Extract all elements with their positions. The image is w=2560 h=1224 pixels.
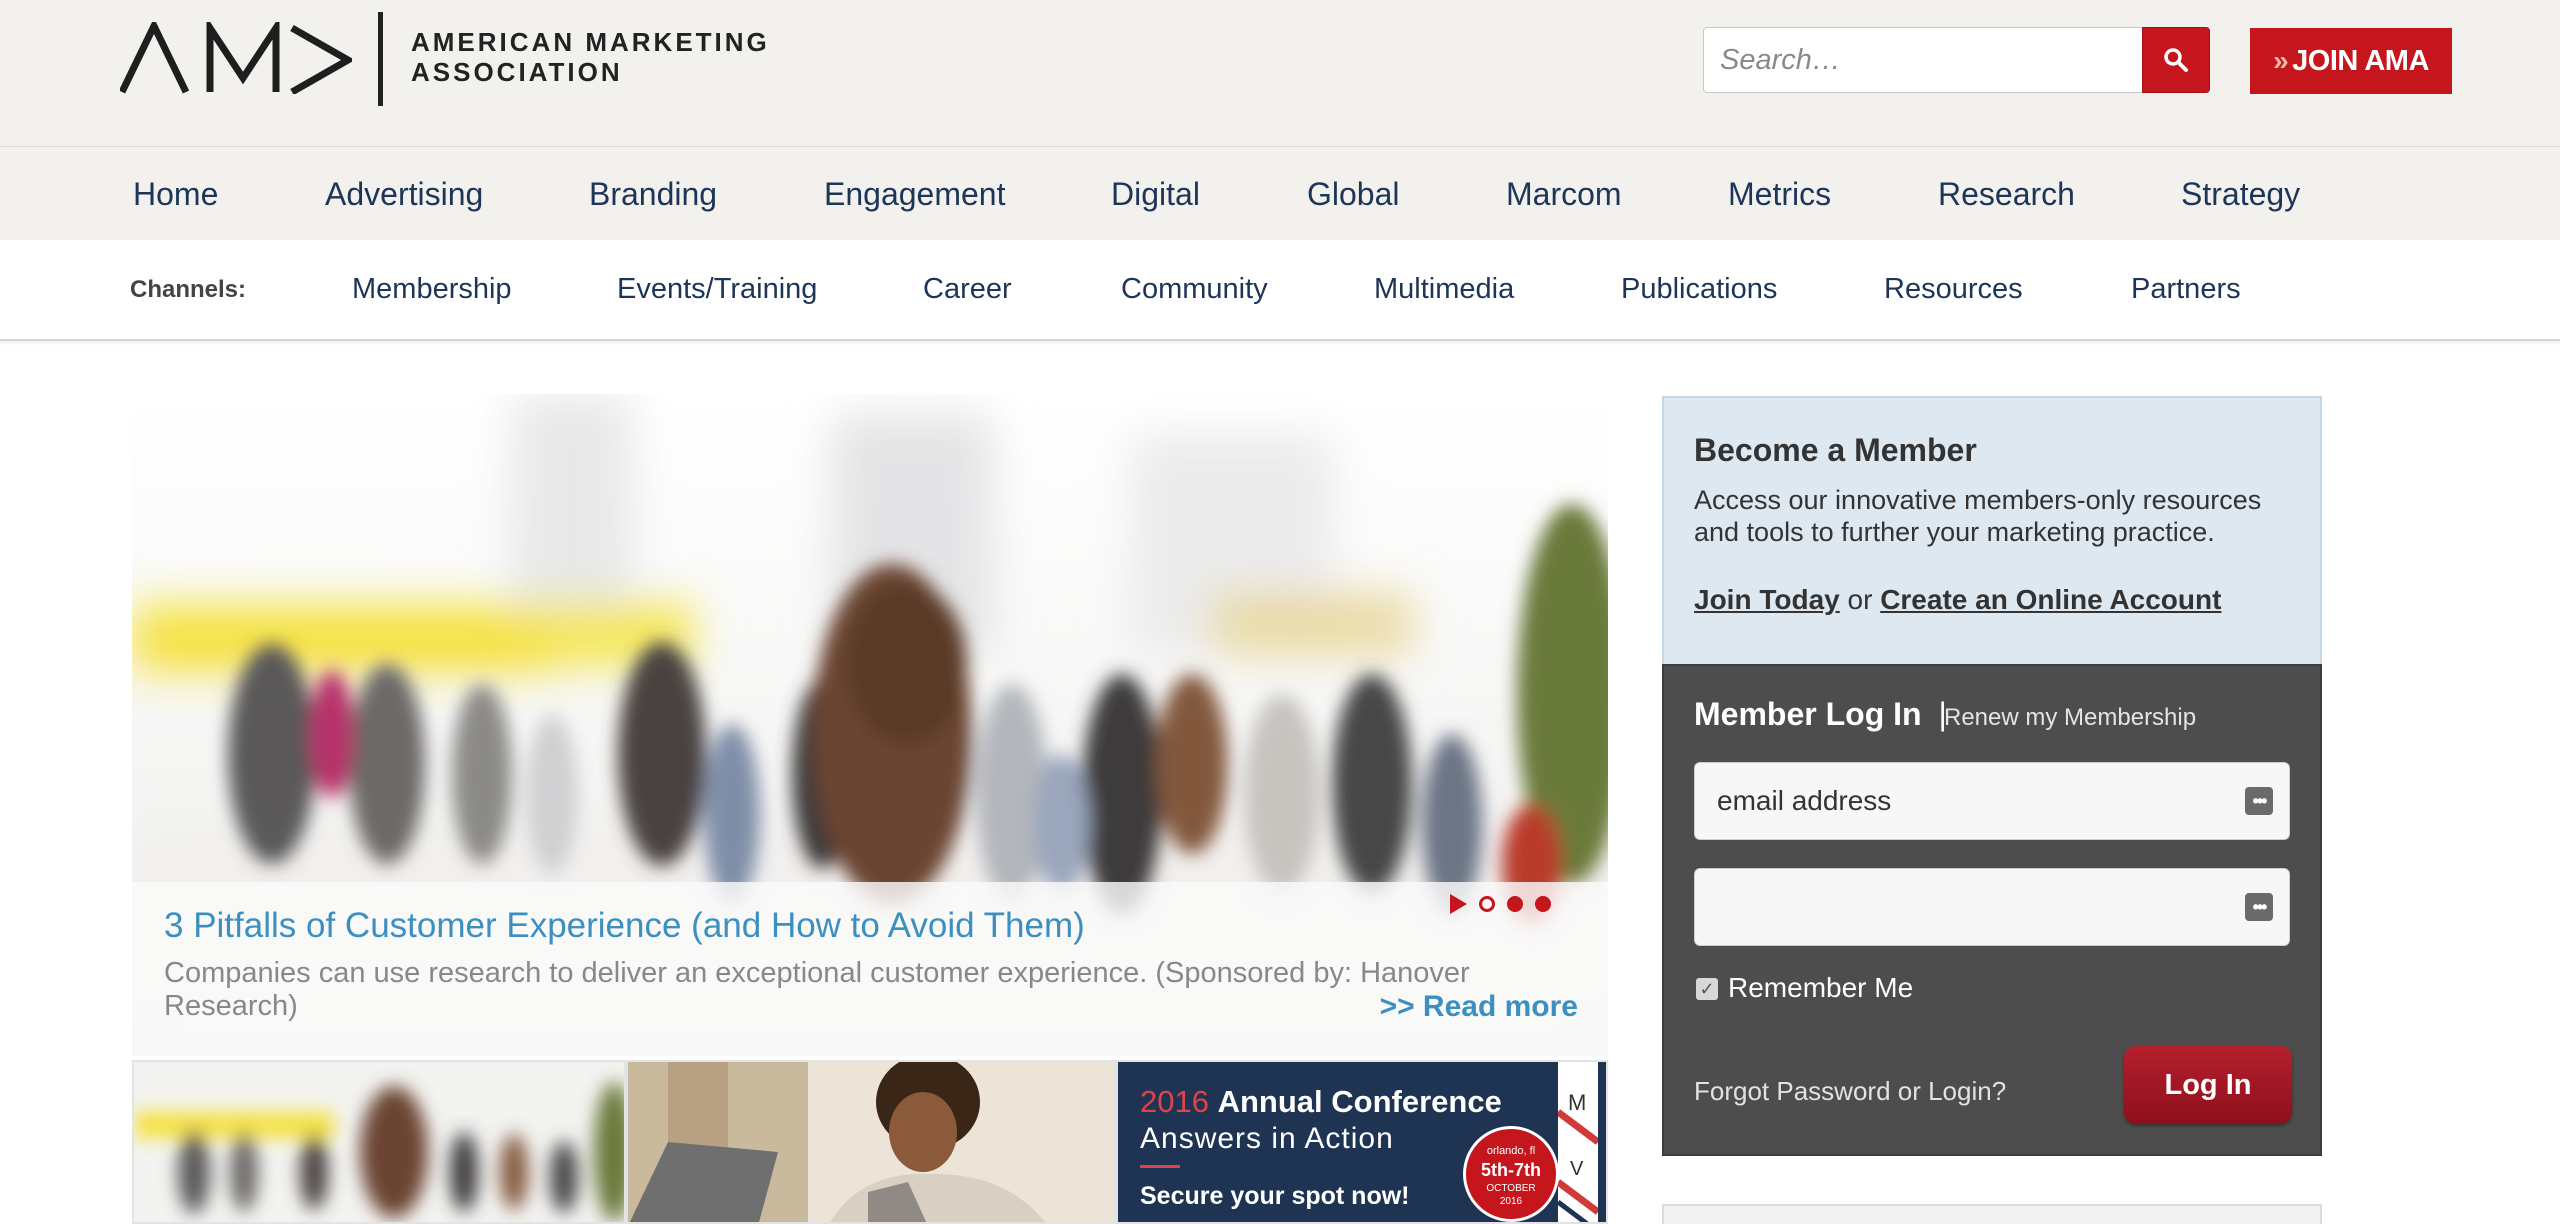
channel-item-publications[interactable]: Publications [1621, 240, 1777, 339]
play-icon[interactable] [1450, 894, 1467, 914]
conference-date-badge: orlando, fl 5th-7th OCTOBER 2016 [1463, 1126, 1559, 1222]
login-title: Member Log In | [1694, 696, 1947, 733]
logo-text-line-2: ASSOCIATION [411, 57, 623, 87]
conference-rule [1140, 1165, 1180, 1168]
nav-item-digital[interactable]: Digital [1111, 147, 1200, 241]
logo-divider [378, 12, 383, 106]
channel-item-membership[interactable]: Membership [352, 240, 512, 339]
join-ama-button[interactable]: » JOIN AMA [2250, 28, 2452, 94]
conference-tagline: Answers in Action [1140, 1122, 1394, 1155]
login-button[interactable]: Log In [2124, 1046, 2292, 1124]
member-login-panel: Member Log In | Renew my Membership emai… [1662, 664, 2322, 1156]
or-text: or [1847, 584, 1873, 615]
slider-controls [1450, 894, 1551, 914]
become-member-title: Become a Member [1694, 432, 1977, 468]
nav-item-metrics[interactable]: Metrics [1728, 147, 1831, 241]
nav-item-advertising[interactable]: Advertising [325, 147, 483, 241]
logo-wordmark[interactable]: AMERICAN MARKETING ASSOCIATION [411, 27, 770, 87]
channel-item-career[interactable]: Career [923, 240, 1012, 339]
site-header: AMERICAN MARKETING ASSOCIATION » JOIN AM… [0, 0, 2560, 146]
read-more-link[interactable]: >> Read more [1380, 990, 1578, 1024]
login-title-text: Member Log In [1694, 696, 1922, 732]
join-ama-label: JOIN AMA [2292, 44, 2429, 77]
channel-item-multimedia[interactable]: Multimedia [1374, 240, 1514, 339]
conference-banner[interactable]: 2016 Annual Conference Answers in Action… [1116, 1060, 1608, 1224]
search-input[interactable] [1703, 27, 2143, 93]
conference-name: Annual Conference [1217, 1084, 1502, 1119]
renew-membership-link[interactable]: Renew my Membership [1944, 704, 2196, 732]
conference-side-letter-m: M [1568, 1090, 1587, 1115]
badge-dates: 5th-7th [1481, 1160, 1541, 1180]
badge-location: orlando, fl [1486, 1145, 1536, 1157]
stripes-decoration-icon [1558, 1109, 1598, 1222]
woman-laptop-thumbnail-image [628, 1062, 1114, 1222]
password-manager-icon[interactable]: ••• [2245, 787, 2273, 815]
thumbnail-crowd[interactable] [132, 1060, 626, 1224]
become-member-panel: Become a Member Access our innovative me… [1662, 396, 2322, 664]
hero-slider[interactable]: 3 Pitfalls of Customer Experience (and H… [132, 394, 1608, 1056]
forgot-password-link[interactable]: Forgot Password or Login? [1694, 1076, 2006, 1107]
channel-item-events-training[interactable]: Events/Training [617, 240, 817, 339]
hero-caption: 3 Pitfalls of Customer Experience (and H… [132, 882, 1608, 1056]
password-manager-icon[interactable]: ••• [2245, 893, 2273, 921]
crowd-thumbnail-image [134, 1062, 624, 1222]
nav-item-strategy[interactable]: Strategy [2181, 147, 2300, 241]
channel-item-partners[interactable]: Partners [2131, 240, 2241, 339]
search-button[interactable] [2142, 27, 2210, 93]
join-today-link[interactable]: Join Today [1694, 584, 1840, 615]
conference-title: 2016 Annual Conference [1140, 1084, 1502, 1120]
channels-label: Channels: [130, 276, 247, 303]
badge-year: 2016 [1499, 1196, 1523, 1207]
nav-item-global[interactable]: Global [1307, 147, 1400, 241]
slide-dot-1[interactable] [1479, 896, 1495, 912]
search-icon [2164, 48, 2188, 72]
slide-dot-3[interactable] [1535, 896, 1551, 912]
channel-navigation: Channels: Membership Events/Training Car… [0, 240, 2560, 341]
conference-side-letter-v: V [1570, 1158, 1584, 1180]
email-field-value: email address [1717, 785, 1892, 816]
member-links: Join Today or Create an Online Account [1694, 584, 2221, 616]
hero-title-link[interactable]: 3 Pitfalls of Customer Experience (and H… [164, 906, 1085, 946]
hero-description: Companies can use research to deliver an… [164, 957, 1470, 1022]
email-field[interactable]: email address ••• [1694, 762, 2290, 840]
thumbnail-woman-laptop[interactable] [626, 1060, 1116, 1224]
logo-text-line-1: AMERICAN MARKETING [411, 27, 770, 57]
password-field[interactable]: ••• [1694, 868, 2290, 946]
channel-item-community[interactable]: Community [1121, 240, 1268, 339]
nav-item-research[interactable]: Research [1938, 147, 2075, 241]
badge-month: OCTOBER [1486, 1183, 1536, 1194]
sidebar-next-panel [1662, 1204, 2322, 1224]
nav-item-home[interactable]: Home [133, 147, 218, 241]
become-member-text: Access our innovative members-only resou… [1694, 485, 2262, 547]
double-chevron-icon: » [2273, 45, 2289, 76]
create-account-link[interactable]: Create an Online Account [1880, 584, 2221, 615]
slide-dot-2[interactable] [1507, 896, 1523, 912]
main-navigation: Home Advertising Branding Engagement Dig… [0, 146, 2560, 240]
featured-thumbnails: 2016 Annual Conference Answers in Action… [132, 1060, 1608, 1224]
conference-cta: Secure your spot now! [1140, 1182, 1410, 1210]
conference-year: 2016 [1140, 1084, 1209, 1119]
conference-side-panel [1558, 1062, 1598, 1222]
nav-item-branding[interactable]: Branding [589, 147, 717, 241]
remember-me-checkbox[interactable]: ✓ [1696, 978, 1718, 1000]
remember-me-label[interactable]: Remember Me [1728, 972, 1913, 1004]
nav-item-marcom[interactable]: Marcom [1506, 147, 1622, 241]
channel-item-resources[interactable]: Resources [1884, 240, 2023, 339]
login-button-label: Log In [2164, 1068, 2252, 1101]
nav-item-engagement[interactable]: Engagement [824, 147, 1005, 241]
ama-logo-icon[interactable] [118, 16, 356, 99]
